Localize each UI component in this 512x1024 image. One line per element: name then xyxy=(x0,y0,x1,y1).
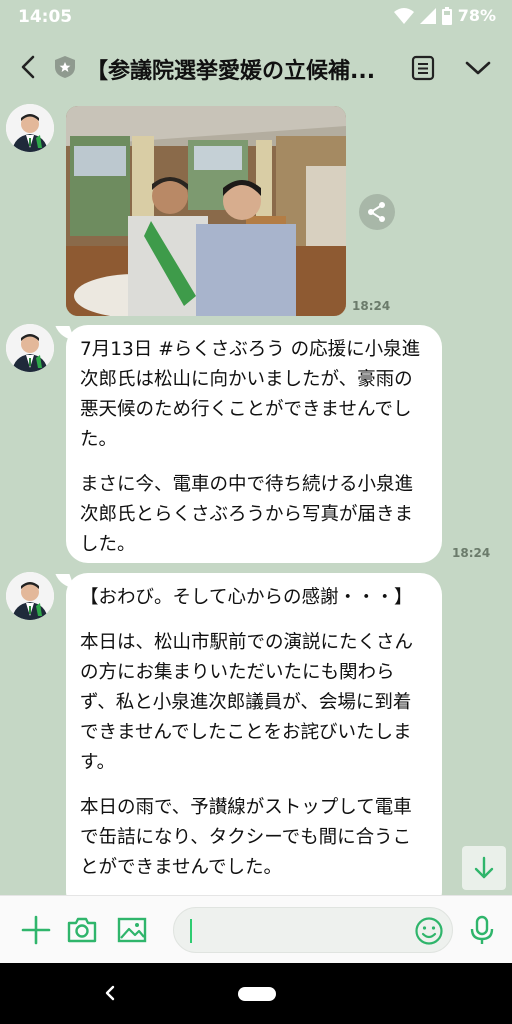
avatar-image xyxy=(6,572,54,620)
message-paragraph: まさに今、電車の中で待ち続ける小泉進次郎氏とらくさぶろうから写真が届きました。 xyxy=(80,474,414,555)
official-account-shield-icon xyxy=(55,56,75,78)
shared-photo[interactable] xyxy=(66,106,346,316)
avatar[interactable] xyxy=(6,572,54,620)
message-time: 18:24 xyxy=(352,299,391,313)
share-icon xyxy=(368,202,385,222)
share-button[interactable] xyxy=(359,194,395,230)
avatar-image xyxy=(6,104,54,152)
avatar[interactable] xyxy=(6,324,54,372)
message-time: 18:24 xyxy=(452,546,491,560)
microphone-icon[interactable] xyxy=(466,914,498,946)
message-paragraph: 【おわび。そして心からの感謝・・・】 xyxy=(80,587,413,608)
status-bar: 14:05 78% xyxy=(0,0,512,34)
home-button[interactable] xyxy=(238,987,276,1001)
status-time: 14:05 xyxy=(18,7,73,27)
message-input-bar xyxy=(0,895,512,963)
arrow-down-icon xyxy=(474,856,494,879)
image-icon[interactable] xyxy=(116,914,148,946)
status-icons: 78% xyxy=(393,6,496,25)
wifi-icon xyxy=(393,7,414,24)
message-paragraph: 7月13日 #らくさぶろう の応援に小泉進次郎氏は松山に向かいましたが、豪雨の悪… xyxy=(80,339,421,450)
notes-icon[interactable] xyxy=(410,54,436,82)
message-paragraph: 本日の雨で、予讃線がストップして電車で缶詰になり、タクシーでも間に合うことができ… xyxy=(80,797,412,878)
message-bubble[interactable]: 7月13日 #らくさぶろう の応援に小泉進次郎氏は松山に向かいましたが、豪雨の悪… xyxy=(66,325,442,563)
battery-icon xyxy=(441,6,452,25)
scroll-to-bottom-button[interactable] xyxy=(462,846,506,890)
chat-title: 【参議院選挙愛媛の立候補... xyxy=(86,59,376,83)
train-photo-image xyxy=(66,106,346,316)
plus-icon[interactable] xyxy=(20,914,52,946)
emoji-icon[interactable] xyxy=(414,916,444,946)
battery-level: 78% xyxy=(457,6,496,25)
chevron-down-icon[interactable] xyxy=(462,56,494,80)
camera-icon[interactable] xyxy=(66,914,98,946)
message-paragraph: 本日は、松山市駅前での演説にたくさんの方にお集まりいただいたにも関わらず、私と小… xyxy=(80,632,414,773)
avatar[interactable] xyxy=(6,104,54,152)
text-caret xyxy=(190,919,192,943)
chat-message-list[interactable]: 18:24 7月13日 #らくさぶろう の応援に小泉進次郎氏は松山に向かいました… xyxy=(0,100,512,895)
avatar-image xyxy=(6,324,54,372)
message-bubble[interactable]: 【おわび。そして心からの感謝・・・】 本日は、松山市駅前での演説にたくさんの方に… xyxy=(66,573,442,895)
nav-back-icon[interactable] xyxy=(100,983,120,1003)
chat-header: 【参議院選挙愛媛の立候補... xyxy=(0,34,512,100)
message-input[interactable] xyxy=(173,907,453,953)
system-navigation-bar xyxy=(0,963,512,1024)
back-arrow-icon[interactable] xyxy=(14,52,42,82)
signal-icon xyxy=(419,7,436,24)
